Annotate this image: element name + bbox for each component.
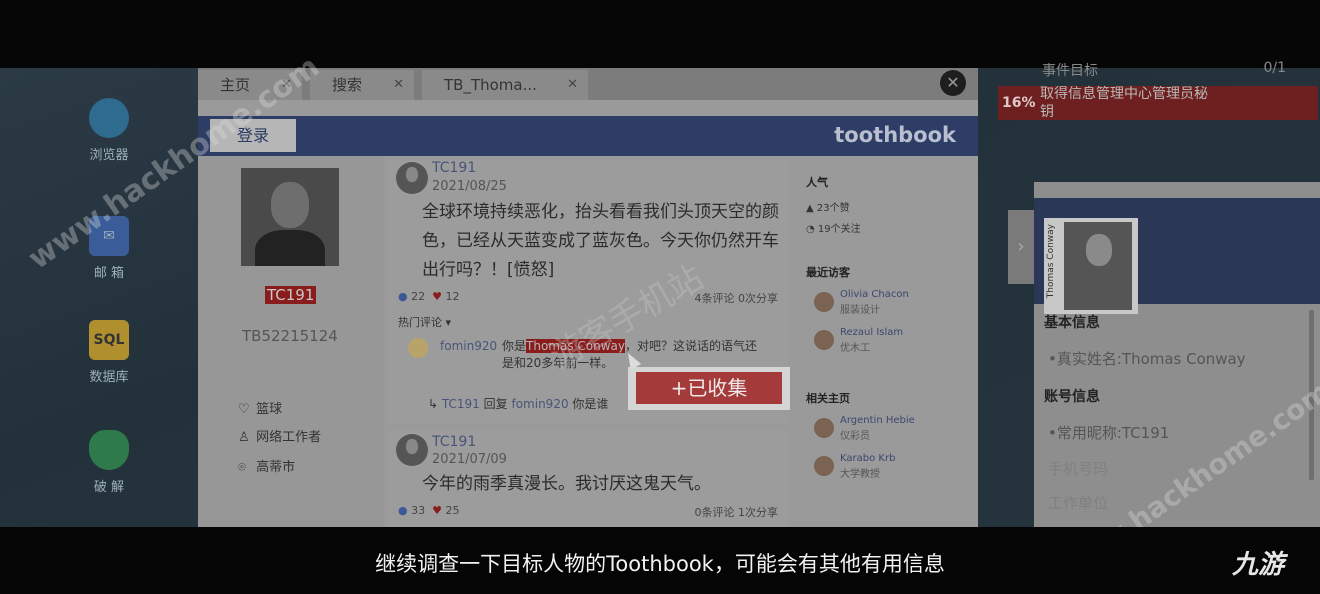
photo-caption: Thomas Conway — [1046, 224, 1056, 299]
dossier-real-name: •真实姓名:Thomas Conway — [1048, 350, 1246, 368]
heart-icon[interactable]: ♥ — [432, 504, 442, 517]
rss-icon: ◔ — [806, 224, 815, 235]
popularity-title: 人气 — [806, 176, 828, 189]
objective-count: 0/1 — [1263, 60, 1286, 76]
post-body: 全球环境持续恶化，抬头看看我们头顶天空的颜色，已经从天蓝变成了蓝灰色。今天你仍然… — [422, 202, 779, 280]
reply-arrow-icon: ↳ — [428, 397, 439, 411]
dialogue-subtitle: 继续调查一下目标人物的Toothbook，可能会有其他有用信息 — [375, 552, 945, 576]
letterbox-top — [0, 0, 1320, 68]
profile-city: ⌾ 高蒂市 — [238, 460, 296, 475]
post-avatar — [396, 434, 428, 466]
post-date: 2021/07/09 — [432, 452, 507, 467]
avatar — [814, 456, 834, 476]
post-author[interactable]: TC191 — [432, 434, 476, 450]
dossier-nickname: •常用昵称:TC191 — [1048, 424, 1170, 442]
desktop-icon-crack[interactable]: 破 解 — [74, 430, 144, 495]
collected-button[interactable]: +已收集 — [636, 372, 782, 404]
database-icon: SQL — [89, 320, 129, 360]
tab-profile[interactable]: TB_Thoma... ✕ — [422, 70, 588, 100]
post-date: 2021/08/25 — [432, 179, 507, 194]
collected-toast: +已收集 — [628, 367, 790, 410]
site-logo-jiuyou: 九游 — [1232, 550, 1285, 580]
heart-icon[interactable]: ♥ — [432, 290, 442, 303]
hot-comments-toggle[interactable]: 热门评论 ▾ — [398, 314, 451, 330]
dossier-locked-field: 手机号码 — [1048, 460, 1109, 478]
globe-icon — [89, 98, 129, 138]
commenter-avatar — [408, 338, 428, 358]
profile-job: ♙ 网络工作者 — [238, 430, 322, 445]
post-reactions: ● 22 ♥ 12 — [398, 290, 460, 303]
visitor-item[interactable]: Rezaul Islam 优木工 — [798, 324, 966, 362]
site-header: 登录 toothbook — [198, 116, 978, 156]
dossier-section-account: 账号信息 — [1044, 389, 1100, 405]
desktop-icon-database[interactable]: SQL 数据库 — [74, 320, 144, 385]
related-item[interactable]: Argentin Hebie 仪彩员 — [798, 412, 966, 450]
thumbs-up-icon: ▲ — [806, 203, 814, 214]
comment-reply: ↳ TC191 回复 fomin920 你是谁 — [428, 397, 609, 411]
close-tab-icon[interactable]: ✕ — [567, 70, 578, 100]
desktop-icon-browser[interactable]: 浏览器 — [74, 98, 144, 163]
objective-header: 事件目标 — [1042, 63, 1098, 79]
related-pages-title: 相关主页 — [806, 392, 850, 405]
visitor-item[interactable]: Olivia Chacon 服装设计 — [798, 286, 966, 324]
feed-post: TC191 2021/07/09 今年的雨季真漫长。我讨厌这鬼天气。 ● 33 … — [388, 430, 788, 527]
avatar — [814, 418, 834, 438]
site-logo: toothbook — [834, 123, 956, 147]
profile-id: TB52215124 — [242, 327, 338, 345]
post-avatar — [396, 162, 428, 194]
desktop-icon-label: 邮 箱 — [93, 266, 125, 281]
shield-icon — [89, 430, 129, 470]
desktop-icon-label: 浏览器 — [89, 148, 129, 163]
thumbs-up-icon[interactable]: ● — [398, 504, 408, 517]
profile-avatar — [241, 168, 339, 266]
popularity-card: 人气 ▲ 23个赞 ◔ 19个关注 — [798, 164, 966, 248]
comment-author[interactable]: fomin920 — [440, 338, 497, 355]
related-item[interactable]: Karabo Krb 大学教授 — [798, 450, 966, 488]
tie-icon: ♙ — [238, 430, 250, 445]
dossier-photo: Thomas Conway — [1044, 218, 1138, 314]
objective-text: 取得信息管理中心管理员秘钥 — [1040, 86, 1208, 120]
location-pin-icon: ⌾ — [238, 460, 246, 475]
close-window-button[interactable]: ✕ — [940, 70, 966, 96]
dossier-banner: Thomas Conway — [1034, 198, 1320, 314]
avatar — [814, 292, 834, 312]
toothbook-browser-window: 主页 ✕ 搜索 ✕ TB_Thoma... ✕ ✕ 登录 toothbook TC19… — [198, 68, 978, 527]
dossier-locked-field: 工作单位 — [1048, 494, 1109, 512]
post-body: 今年的雨季真漫长。我讨厌这鬼天气。 — [422, 474, 711, 494]
related-pages-card: 相关主页 Argentin Hebie 仪彩员 Karabo Krb 大学教授 — [798, 380, 966, 490]
profile-hobby: ♡ 篮球 — [238, 402, 283, 417]
dossier-section-basic: 基本信息 — [1044, 315, 1100, 331]
avatar — [814, 330, 834, 350]
post-stats: 0条评论 1次分享 — [694, 506, 779, 519]
desktop-icon-label: 数据库 — [89, 370, 129, 385]
mission-objective: 事件目标 0/1 16% 取得信息管理中心管理员秘钥 — [998, 60, 1320, 122]
recent-visitors-card: 最近访客 Olivia Chacon 服装设计 Rezaul Islam 优木工 — [798, 254, 966, 362]
likes-count: ▲ 23个赞 — [806, 203, 850, 214]
profile-username: TC191 — [265, 286, 317, 304]
profile-panel: TC191 TB52215124 ♡ 篮球 ♙ 网络工作者 ⌾ 高蒂市 — [198, 156, 384, 527]
thumbs-up-icon[interactable]: ● — [398, 290, 408, 303]
objective-percent: 16% — [1002, 95, 1036, 111]
chevron-right-icon[interactable]: › — [1008, 210, 1034, 284]
recent-visitors-title: 最近访客 — [806, 266, 850, 279]
post-reactions: ● 33 ♥ 25 — [398, 504, 460, 517]
post-author[interactable]: TC191 — [432, 160, 476, 176]
tab-search[interactable]: 搜索 ✕ — [310, 70, 414, 100]
desktop-icon-label: 破 解 — [93, 480, 125, 495]
close-tab-icon[interactable]: ✕ — [393, 70, 404, 100]
follows-count: ◔ 19个关注 — [806, 224, 861, 235]
heart-outline-icon: ♡ — [238, 402, 250, 417]
